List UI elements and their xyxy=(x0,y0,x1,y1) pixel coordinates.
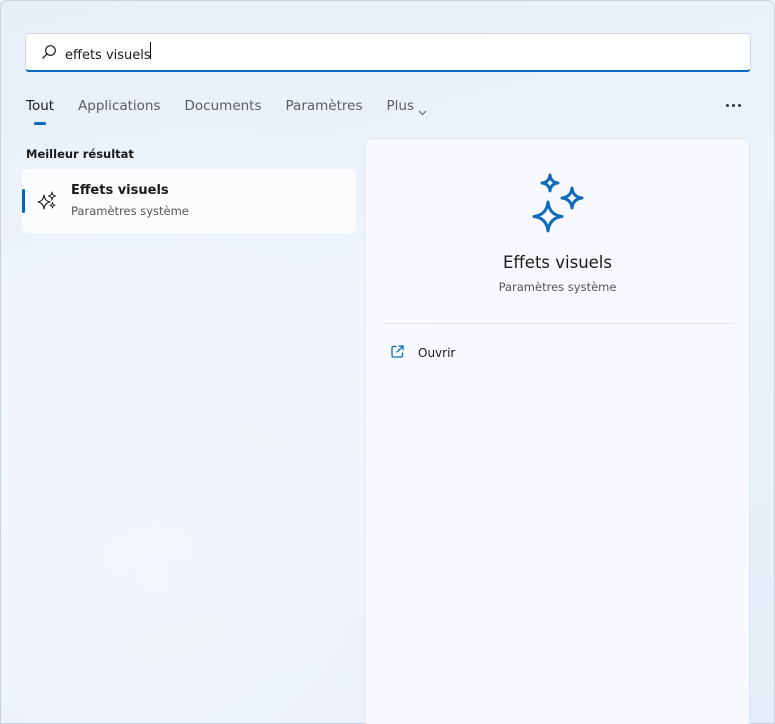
detail-subtitle: Paramètres système xyxy=(498,280,617,294)
text-cursor xyxy=(149,41,151,59)
sparkle-icon xyxy=(36,190,58,212)
tab-label: Paramètres xyxy=(285,98,363,114)
tab-parametres[interactable]: Paramètres xyxy=(286,97,363,127)
search-icon xyxy=(39,42,59,62)
tab-tout[interactable]: Tout xyxy=(26,97,54,127)
tab-documents[interactable]: Documents xyxy=(185,97,262,127)
chevron-down-icon xyxy=(418,103,427,121)
search-window: effets visuels Tout Applications Documen… xyxy=(0,0,775,724)
search-box[interactable]: effets visuels xyxy=(25,33,751,72)
tab-plus-dropdown[interactable]: Plus xyxy=(387,97,427,127)
sparkle-icon xyxy=(528,172,588,234)
detail-panel: Effets visuels Paramètres système Ouvrir xyxy=(365,138,750,724)
result-title: Effets visuels xyxy=(71,183,169,198)
tab-label: Applications xyxy=(78,98,161,114)
selection-indicator xyxy=(22,189,25,213)
active-tab-indicator xyxy=(34,122,46,125)
best-match-heading: Meilleur résultat xyxy=(26,147,134,161)
tab-label: Documents xyxy=(184,98,262,114)
tab-label: Plus xyxy=(386,98,414,114)
tab-applications[interactable]: Applications xyxy=(78,97,160,127)
divider xyxy=(382,323,734,324)
open-external-icon xyxy=(390,344,405,363)
best-match-result[interactable]: Effets visuels Paramètres système xyxy=(22,169,356,233)
filter-tabs: Tout Applications Documents Paramètres P… xyxy=(26,97,451,127)
detail-title: Effets visuels xyxy=(503,253,612,272)
result-subtitle: Paramètres système xyxy=(71,204,189,218)
open-action[interactable]: Ouvrir xyxy=(390,343,455,363)
open-action-label: Ouvrir xyxy=(418,346,456,360)
search-input[interactable]: effets visuels xyxy=(65,41,665,63)
tab-label: Tout xyxy=(26,98,55,114)
more-options-icon[interactable] xyxy=(721,95,745,115)
